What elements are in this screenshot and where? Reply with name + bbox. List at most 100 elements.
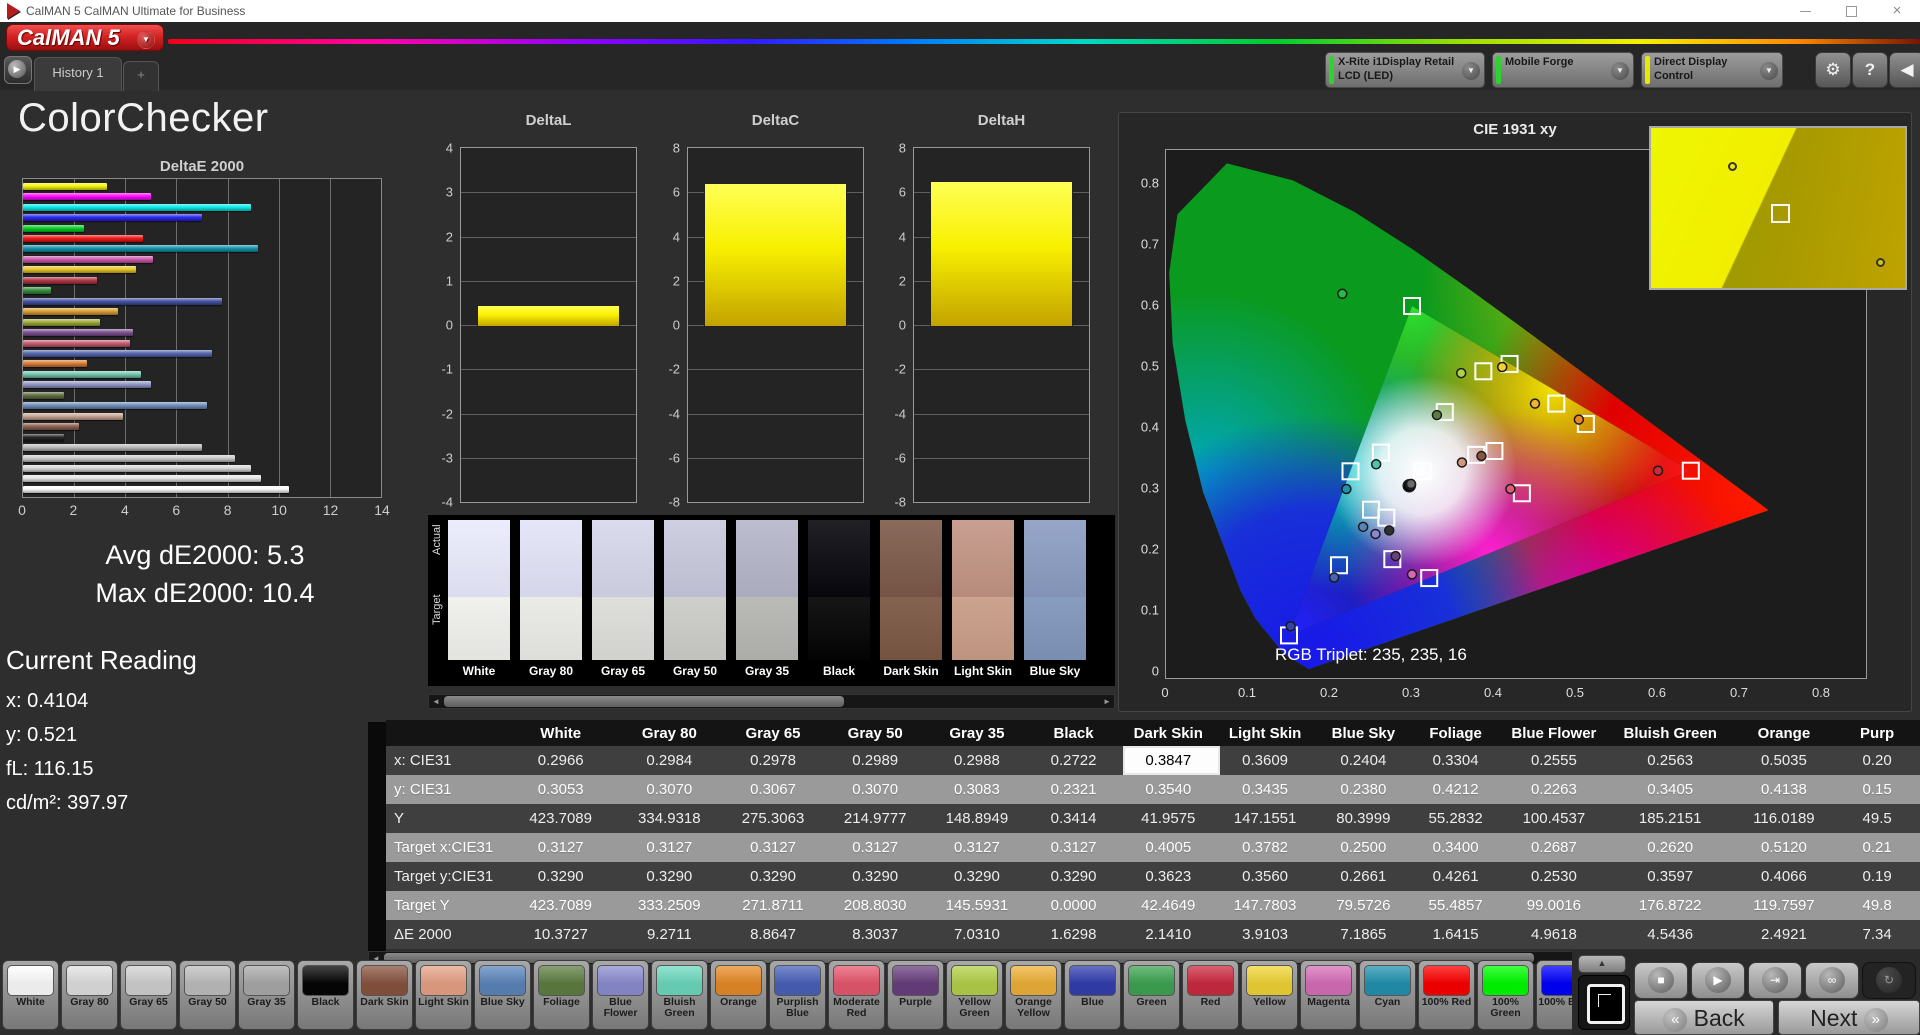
patch-swatch bbox=[538, 965, 585, 996]
x-tick-label: 6 bbox=[172, 502, 180, 518]
column-header: Black bbox=[1030, 720, 1123, 746]
patch-button-yellow[interactable]: Yellow bbox=[1241, 960, 1298, 1030]
pattern-window-button[interactable] bbox=[1578, 975, 1630, 1030]
play-button[interactable]: ▶ bbox=[1691, 962, 1745, 999]
question-icon: ? bbox=[1865, 60, 1875, 79]
patch-label: Blue Sky bbox=[1024, 664, 1086, 678]
row-label: Target Y bbox=[386, 891, 508, 920]
y-tick-label: 0.6 bbox=[1125, 298, 1159, 313]
patch-button-label: Gray 65 bbox=[121, 997, 176, 1008]
patch-button-100--red[interactable]: 100% Red bbox=[1418, 960, 1475, 1030]
step-button[interactable]: ⇥ bbox=[1748, 962, 1802, 999]
table-cell: 100.4537 bbox=[1501, 804, 1613, 833]
table-cell: 0.4138 bbox=[1734, 775, 1841, 804]
patch-swatch bbox=[7, 965, 54, 996]
patch-button-gray-50[interactable]: Gray 50 bbox=[179, 960, 236, 1030]
patch-button-label: 100% Green bbox=[1478, 997, 1533, 1020]
gridline bbox=[461, 414, 636, 415]
next-button[interactable]: Next » bbox=[1778, 1000, 1920, 1035]
table-cell: 0.4212 bbox=[1416, 775, 1501, 804]
patch-button-bluish-green[interactable]: Bluish Green bbox=[651, 960, 708, 1030]
patch-button-green[interactable]: Green bbox=[1123, 960, 1180, 1030]
patch-button-white[interactable]: White bbox=[2, 960, 59, 1030]
rainbow-divider bbox=[168, 39, 1920, 44]
patch-button-dark-skin[interactable]: Dark Skin bbox=[356, 960, 413, 1030]
patch-button-red[interactable]: Red bbox=[1182, 960, 1239, 1030]
scroll-right-icon[interactable]: ► bbox=[1100, 695, 1114, 708]
meter-selector[interactable]: X-Rite i1Display Retail LCD (LED) ▼ bbox=[1325, 52, 1485, 88]
x-tick-label: 0.2 bbox=[1312, 685, 1346, 700]
column-header: Orange bbox=[1734, 720, 1841, 746]
gridline bbox=[688, 458, 863, 459]
source-selector[interactable]: Mobile Forge ▼ bbox=[1492, 52, 1634, 88]
deltae-bar bbox=[23, 308, 118, 315]
strip-row-label: Target bbox=[428, 610, 446, 622]
workflow-run-button[interactable]: ▶ bbox=[4, 56, 32, 84]
collapse-panel-button[interactable]: ◀ bbox=[1889, 52, 1920, 88]
help-button[interactable]: ? bbox=[1852, 52, 1888, 88]
deltah-chart: 86420-2-4-6-8 bbox=[913, 147, 1090, 503]
refresh-button[interactable]: ↻ bbox=[1862, 962, 1916, 999]
patch-button-gray-80[interactable]: Gray 80 bbox=[61, 960, 118, 1030]
patch-button-black[interactable]: Black bbox=[297, 960, 354, 1030]
add-tab-button[interactable]: + bbox=[123, 61, 159, 91]
column-header: Gray 35 bbox=[930, 720, 1031, 746]
gridline bbox=[461, 237, 636, 238]
patch-button-gray-65[interactable]: Gray 65 bbox=[120, 960, 177, 1030]
settings-button[interactable]: ⚙ bbox=[1815, 52, 1851, 88]
tab-history-1[interactable]: History 1 bbox=[34, 57, 122, 91]
swatch-strip-scrollbar[interactable]: ◄ ► bbox=[428, 694, 1115, 709]
strip-patch-light-skin: Light Skin bbox=[952, 520, 1014, 678]
row-label: x: CIE31 bbox=[386, 746, 508, 775]
deltaC-bar bbox=[704, 183, 848, 327]
table-cell: 176.8722 bbox=[1613, 891, 1734, 920]
close-button[interactable]: × bbox=[1874, 0, 1920, 22]
patch-button-yellow-green[interactable]: Yellow Green bbox=[946, 960, 1003, 1030]
table-cell: 0.2321 bbox=[1030, 775, 1123, 804]
stop-button[interactable]: ■ bbox=[1634, 962, 1688, 999]
pattern-window-icon bbox=[1587, 984, 1625, 1024]
patch-swatch bbox=[184, 965, 231, 996]
minimize-button[interactable] bbox=[1782, 0, 1828, 22]
back-button[interactable]: « Back bbox=[1634, 1000, 1774, 1035]
patch-button-purple[interactable]: Purple bbox=[887, 960, 944, 1030]
table-cell: 0.3304 bbox=[1416, 746, 1501, 775]
patch-button-orange[interactable]: Orange bbox=[710, 960, 767, 1030]
patch-button-foliage[interactable]: Foliage bbox=[533, 960, 590, 1030]
chevron-down-icon[interactable]: ▼ bbox=[1611, 62, 1629, 80]
table-cell: 42.4649 bbox=[1123, 891, 1220, 920]
calman-menu-button[interactable]: CalMAN 5 ▼ bbox=[6, 24, 164, 51]
patch-button-100--green[interactable]: 100% Green bbox=[1477, 960, 1534, 1030]
continuous-button[interactable]: ∞ bbox=[1805, 962, 1859, 999]
patch-button-light-skin[interactable]: Light Skin bbox=[415, 960, 472, 1030]
table-cell: 0.2530 bbox=[1501, 862, 1613, 891]
patch-button-moderate-red[interactable]: Moderate Red bbox=[828, 960, 885, 1030]
restore-button[interactable] bbox=[1828, 0, 1874, 22]
chevron-down-icon[interactable]: ▼ bbox=[1462, 62, 1480, 80]
collapse-tray-button[interactable]: ▲ bbox=[1578, 955, 1626, 973]
chevron-down-icon: ▼ bbox=[137, 31, 155, 49]
patch-button-gray-35[interactable]: Gray 35 bbox=[238, 960, 295, 1030]
patch-button-blue-sky[interactable]: Blue Sky bbox=[474, 960, 531, 1030]
patch-swatch bbox=[892, 965, 939, 996]
display-status-bar bbox=[1645, 56, 1650, 84]
patch-button-blue[interactable]: Blue bbox=[1064, 960, 1121, 1030]
target-swatch bbox=[448, 597, 510, 660]
patch-button-purplish-blue[interactable]: Purplish Blue bbox=[769, 960, 826, 1030]
y-tick-label: -4 bbox=[876, 406, 906, 421]
patch-button-magenta[interactable]: Magenta bbox=[1300, 960, 1357, 1030]
patch-button-cyan[interactable]: Cyan bbox=[1359, 960, 1416, 1030]
deltae-bar bbox=[23, 381, 151, 388]
chevron-down-icon[interactable]: ▼ bbox=[1760, 62, 1778, 80]
deltah-chart-title: DeltaH bbox=[913, 112, 1090, 129]
deltae-bar bbox=[23, 340, 130, 347]
scrollbar-thumb[interactable] bbox=[444, 696, 844, 707]
patch-button-blue-flower[interactable]: Blue Flower bbox=[592, 960, 649, 1030]
patch-button-orange-yellow[interactable]: Orange Yellow bbox=[1005, 960, 1062, 1030]
table-cell: 0.3290 bbox=[930, 862, 1031, 891]
strip-patch-gray-80: Gray 80 bbox=[520, 520, 582, 678]
strip-patch-gray-65: Gray 65 bbox=[592, 520, 654, 678]
gridline bbox=[461, 369, 636, 370]
scroll-left-icon[interactable]: ◄ bbox=[429, 695, 443, 708]
display-selector[interactable]: Direct Display Control ▼ bbox=[1641, 52, 1783, 88]
